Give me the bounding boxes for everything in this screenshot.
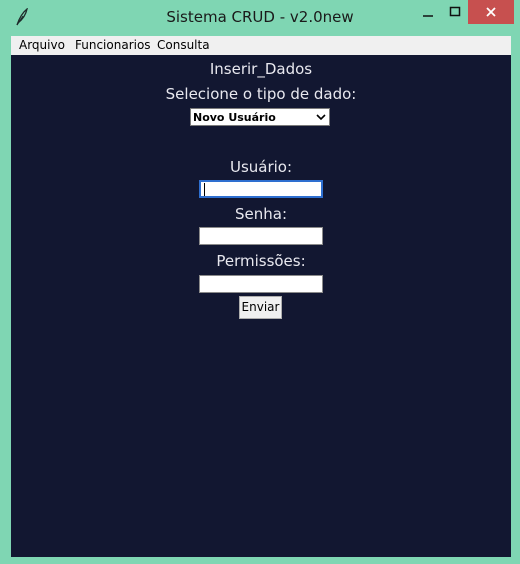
permissoes-label: Permissões: xyxy=(216,252,306,270)
menu-arquivo[interactable]: Arquivo xyxy=(19,38,65,52)
menu-funcionarios[interactable]: Funcionarios xyxy=(75,38,151,52)
app-window: Sistema CRUD - v2.0new Arquivo Funcionar… xyxy=(0,0,520,564)
menu-consulta[interactable]: Consulta xyxy=(157,38,210,52)
senha-input[interactable] xyxy=(199,227,323,245)
maximize-icon xyxy=(449,6,461,17)
usuario-input[interactable] xyxy=(199,180,323,198)
menu-bar: Arquivo Funcionarios Consulta xyxy=(11,36,511,55)
permissoes-input[interactable] xyxy=(199,275,323,293)
type-prompt: Selecione o tipo de dado: xyxy=(165,85,357,103)
type-select[interactable]: Novo Usuário xyxy=(190,108,330,126)
senha-label: Senha: xyxy=(234,205,287,223)
enviar-button[interactable]: Enviar xyxy=(239,296,282,319)
minimize-icon xyxy=(423,15,433,17)
close-icon xyxy=(486,7,496,17)
chevron-down-icon xyxy=(316,114,326,121)
title-bar[interactable]: Sistema CRUD - v2.0new xyxy=(0,0,520,34)
text-caret xyxy=(204,183,205,196)
usuario-label: Usuário: xyxy=(229,158,293,176)
page-title: Inserir_Dados xyxy=(209,60,313,78)
maximize-button[interactable] xyxy=(442,0,468,24)
close-button[interactable] xyxy=(468,0,514,24)
main-panel: Inserir_Dados Selecione o tipo de dado: … xyxy=(11,55,511,557)
minimize-button[interactable] xyxy=(414,0,442,24)
type-select-value: Novo Usuário xyxy=(193,111,276,124)
